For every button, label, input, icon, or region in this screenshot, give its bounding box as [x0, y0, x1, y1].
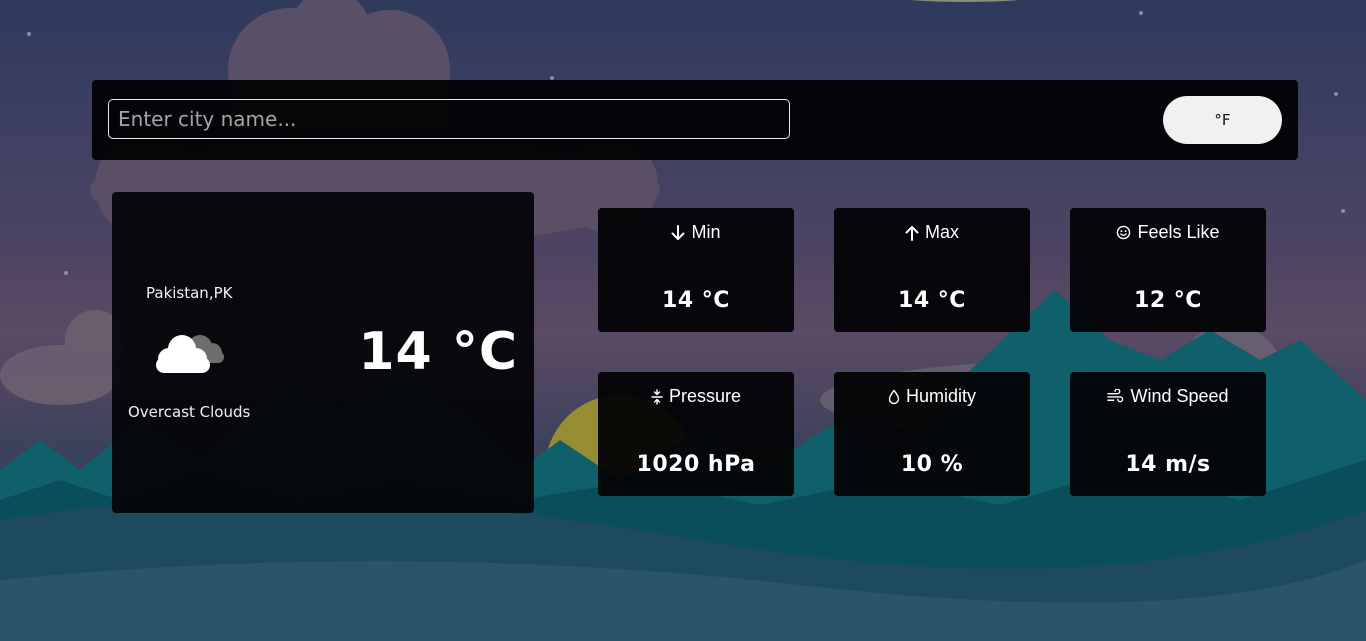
stat-value: 14 °C: [898, 288, 966, 313]
stat-value: 14 °C: [662, 288, 730, 313]
unit-toggle-button[interactable]: °F: [1163, 96, 1282, 144]
weather-description: Overcast Clouds: [128, 403, 251, 421]
stat-value: 14 m/s: [1125, 452, 1211, 477]
stat-label: Wind Speed: [1130, 386, 1229, 406]
stat-label: Humidity: [905, 386, 976, 406]
stat-label: Feels Like: [1137, 222, 1220, 242]
search-bar: °F: [92, 80, 1298, 160]
arrow-up-icon: [905, 225, 919, 241]
stat-tile-wind-speed: Wind Speed 14 m/s: [1070, 372, 1266, 496]
droplet-icon: [888, 389, 900, 404]
location-label: Pakistan,PK: [146, 284, 233, 302]
city-search-input[interactable]: [108, 99, 790, 139]
stat-label: Min: [691, 222, 721, 242]
stat-tile-min: Min 14 °C: [598, 208, 794, 332]
stat-tile-pressure: Pressure 1020 hPa: [598, 372, 794, 496]
stat-tile-feels-like: Feels Like 12 °C: [1070, 208, 1266, 332]
pressure-icon: [651, 388, 663, 405]
stat-label: Max: [924, 222, 959, 242]
stat-tile-max: Max 14 °C: [834, 208, 1030, 332]
stat-value: 1020 hPa: [636, 452, 756, 477]
stat-tile-humidity: Humidity 10 %: [834, 372, 1030, 496]
overcast-cloud-icon: [156, 335, 224, 373]
stat-value: 10 %: [900, 452, 964, 477]
current-weather-card: Pakistan,PK Overcast Clouds 14 °C: [112, 192, 534, 513]
smiley-icon: [1117, 225, 1131, 240]
stat-value: 12 °C: [1134, 288, 1202, 313]
arrow-down-icon: [671, 224, 685, 240]
current-temperature: 14 °C: [358, 322, 518, 382]
stat-label: Pressure: [668, 386, 742, 406]
wind-icon: [1107, 389, 1124, 403]
